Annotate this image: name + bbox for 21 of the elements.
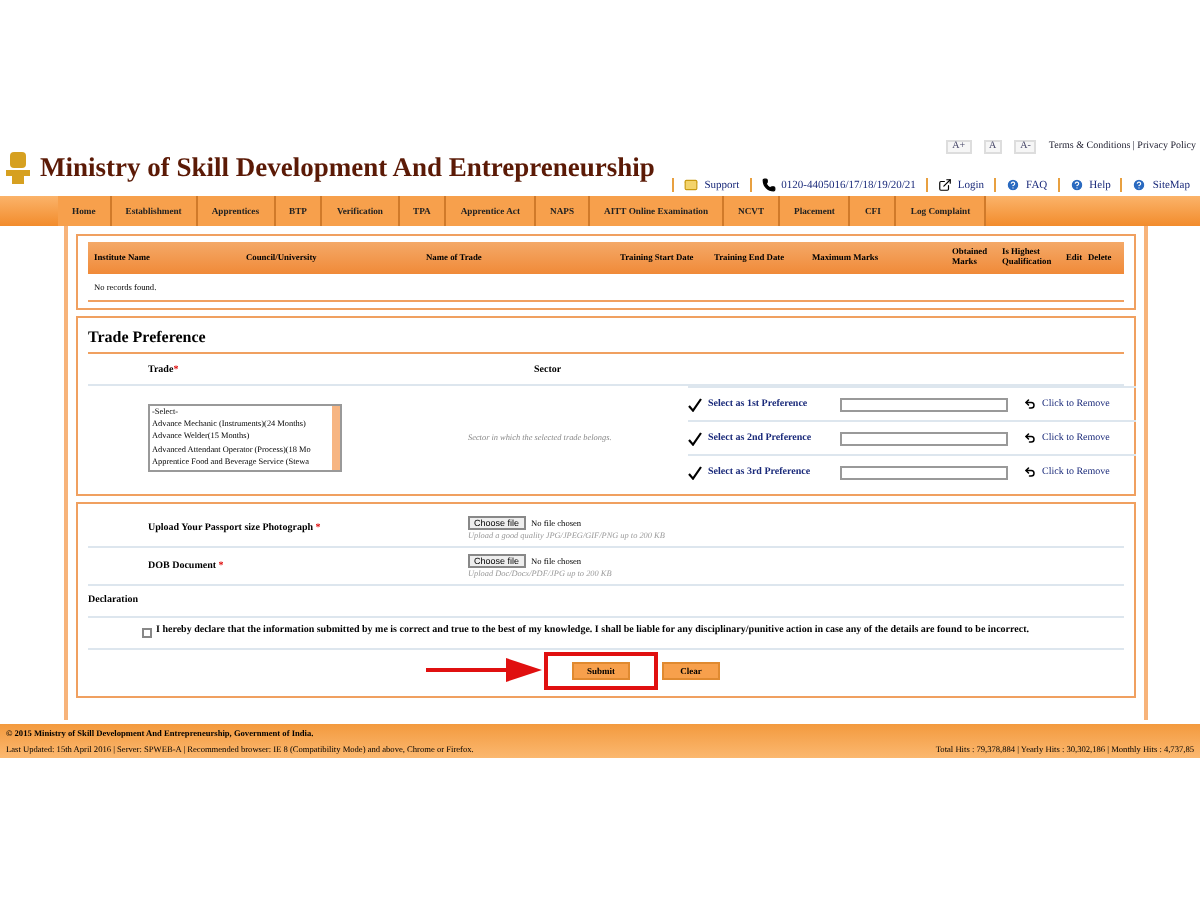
preference-field[interactable]	[840, 465, 1008, 479]
check-icon	[688, 465, 702, 479]
help-icon	[1069, 178, 1084, 192]
preference-field[interactable]	[840, 431, 1008, 445]
help-icon	[1006, 178, 1021, 192]
external-link-icon	[937, 178, 952, 192]
undo-arrow-icon	[1024, 432, 1036, 444]
check-icon	[688, 397, 702, 411]
preference-field[interactable]	[840, 397, 1008, 411]
site-title: Ministry of Skill Development And Entrepreneurship	[40, 152, 655, 184]
envelope-icon	[684, 178, 699, 192]
declaration-checkbox[interactable]	[142, 628, 152, 638]
section-title: Trade Preference	[88, 324, 1124, 354]
scrollbar[interactable]	[332, 405, 340, 469]
help-icon	[1132, 178, 1147, 192]
check-icon	[688, 431, 702, 445]
annotation-arrow	[426, 657, 542, 681]
undo-arrow-icon	[1024, 466, 1036, 478]
phone-icon	[761, 178, 776, 192]
undo-arrow-icon	[1024, 398, 1036, 410]
emblem-icon	[4, 150, 32, 186]
